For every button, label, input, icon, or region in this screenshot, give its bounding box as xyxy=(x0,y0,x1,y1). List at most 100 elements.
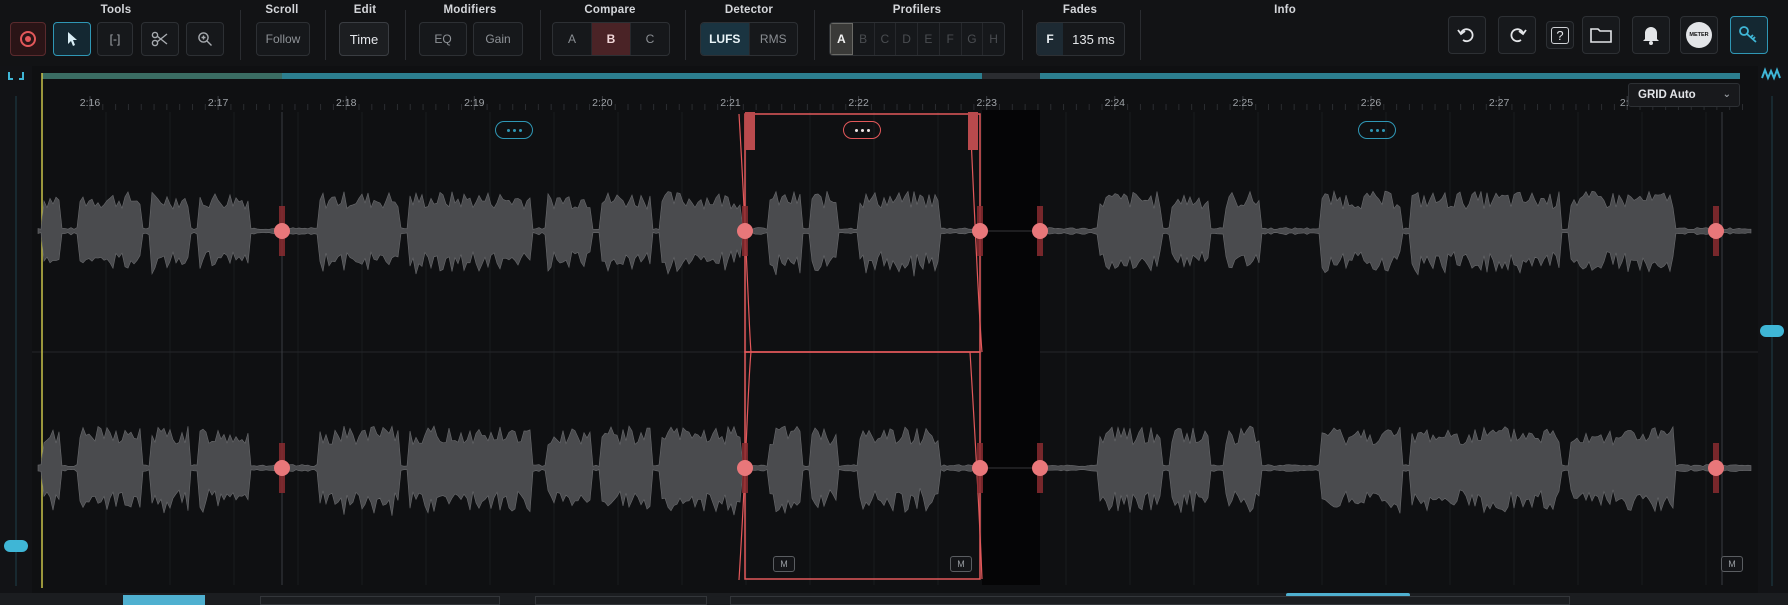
info-title: Info xyxy=(1274,4,1296,16)
undo-icon xyxy=(1457,28,1474,43)
profiler-h-button[interactable]: H xyxy=(983,23,1004,55)
eq-button[interactable]: EQ xyxy=(419,22,467,56)
detector-rms-button[interactable]: RMS xyxy=(750,23,798,55)
meter-badge-label: METER xyxy=(1689,32,1709,38)
fades-value[interactable]: 135 ms xyxy=(1063,23,1124,55)
bottom-segment xyxy=(260,596,500,605)
ruler-time-label: 2:19 xyxy=(464,97,485,109)
waveform-canvas[interactable]: 2:16 2:17 2:18 2:19 2:20 2:21 2:22 2:23 2:24 2:25… xyxy=(0,66,1788,593)
split-node-bottom xyxy=(1708,460,1724,476)
split-node-bottom xyxy=(274,460,290,476)
fades-type[interactable]: F xyxy=(1037,23,1063,55)
separator xyxy=(685,10,686,60)
separator xyxy=(405,10,406,60)
compare-b-button[interactable]: B xyxy=(592,23,631,55)
split-node-top xyxy=(1032,223,1048,239)
info-group: Info xyxy=(1140,0,1430,66)
scroll-title: Scroll xyxy=(265,4,299,16)
folder-icon xyxy=(1590,28,1612,43)
bottom-segment xyxy=(730,596,1570,605)
editor-area[interactable]: 2:16 2:17 2:18 2:19 2:20 2:21 2:22 2:23 2:24 2:25… xyxy=(0,66,1788,593)
profiler-a-button[interactable]: A xyxy=(830,23,853,55)
split-node-bottom xyxy=(1032,460,1048,476)
horizontal-zoom-handle xyxy=(1760,325,1784,337)
marker-m-3[interactable]: M xyxy=(1721,556,1743,572)
compare-a-button[interactable]: A xyxy=(553,23,592,55)
follow-button[interactable]: Follow xyxy=(256,22,310,56)
fades-control[interactable]: F 135 ms xyxy=(1036,22,1125,56)
redo-button[interactable] xyxy=(1498,16,1536,54)
grid-mode-dropdown[interactable]: GRID Auto ⌄ xyxy=(1628,83,1740,107)
separator xyxy=(1022,10,1023,60)
grid-mode-label: GRID Auto xyxy=(1638,89,1696,101)
ruler-time-label: 2:26 xyxy=(1361,97,1382,109)
ruler-time-label: 2:25 xyxy=(1233,97,1254,109)
scroll-thumb-left[interactable] xyxy=(123,595,205,605)
clip-handle-selected[interactable] xyxy=(843,121,881,139)
meter-badge-icon: METER xyxy=(1686,22,1712,48)
separator xyxy=(814,10,815,60)
fades-title: Fades xyxy=(1062,4,1098,16)
profiler-f-button[interactable]: F xyxy=(940,23,962,55)
profiler-g-button[interactable]: G xyxy=(962,23,984,55)
key-icon xyxy=(1739,26,1757,43)
fade-handle-left xyxy=(745,112,755,150)
split-node-bottom xyxy=(972,460,988,476)
ruler-time-label: 2:21 xyxy=(720,97,741,109)
detector-segment: LUFS RMS xyxy=(700,22,798,56)
pointer-tool-button[interactable] xyxy=(53,22,91,56)
toolbar: Tools [-] Scroll Follow Edit Time Modifi… xyxy=(0,0,1788,66)
notifications-button[interactable] xyxy=(1632,16,1670,54)
fade-handle-right xyxy=(968,112,978,150)
separator xyxy=(240,10,241,60)
tools-title: Tools xyxy=(100,4,132,16)
marker-m-1[interactable]: M xyxy=(773,556,795,572)
profiler-segment: A B C D E F G H xyxy=(829,22,1005,56)
ruler-time-label: 2:23 xyxy=(976,97,997,109)
modifiers-title: Modifiers xyxy=(443,4,497,16)
profiler-e-button[interactable]: E xyxy=(918,23,940,55)
compare-c-button[interactable]: C xyxy=(631,23,669,55)
detector-lufs-button[interactable]: LUFS xyxy=(701,23,750,55)
scissors-tool-button[interactable] xyxy=(141,22,179,56)
key-settings-button[interactable] xyxy=(1730,16,1768,54)
zoom-icon xyxy=(198,32,212,46)
help-button[interactable]: ? xyxy=(1546,21,1574,49)
ruler-time-label: 2:18 xyxy=(336,97,357,109)
zoom-tool-button[interactable] xyxy=(186,22,224,56)
undo-button[interactable] xyxy=(1448,16,1486,54)
profilers-title: Profilers xyxy=(892,4,942,16)
gain-button[interactable]: Gain xyxy=(473,22,523,56)
bell-icon xyxy=(1643,27,1659,45)
clip-handle-1[interactable] xyxy=(495,121,533,139)
ruler-time-label: 2:20 xyxy=(592,97,613,109)
separator xyxy=(540,10,541,60)
edit-mode-button[interactable]: Time xyxy=(339,22,389,56)
ruler-time-label: 2:17 xyxy=(208,97,229,109)
record-button[interactable] xyxy=(10,22,46,56)
profiler-c-button[interactable]: C xyxy=(875,23,897,55)
clip-handle-2[interactable] xyxy=(1358,121,1396,139)
overview-segment xyxy=(282,73,982,79)
edit-title: Edit xyxy=(353,4,377,16)
marker-m-2[interactable]: M xyxy=(950,556,972,572)
bottom-scrollbar[interactable] xyxy=(0,593,1788,605)
bottom-segment xyxy=(535,596,707,605)
range-tool-button[interactable]: [-] xyxy=(97,22,133,56)
separator xyxy=(325,10,326,60)
meter-button[interactable]: METER xyxy=(1680,16,1718,54)
compare-segment: A B C xyxy=(552,22,670,56)
chevron-down-icon: ⌄ xyxy=(1722,89,1731,100)
compare-title: Compare xyxy=(584,4,636,16)
redo-icon xyxy=(1510,28,1527,43)
profiler-d-button[interactable]: D xyxy=(896,23,918,55)
pointer-icon xyxy=(68,32,77,46)
profiler-b-button[interactable]: B xyxy=(853,23,875,55)
ruler-time-label: 2:22 xyxy=(848,97,869,109)
help-icon: ? xyxy=(1551,26,1569,44)
range-icon: [-] xyxy=(109,32,121,46)
ruler-time-label: 2:24 xyxy=(1105,97,1126,109)
folder-button[interactable] xyxy=(1582,16,1620,54)
ruler-time-label: 2:27 xyxy=(1489,97,1510,109)
split-node-top xyxy=(972,223,988,239)
